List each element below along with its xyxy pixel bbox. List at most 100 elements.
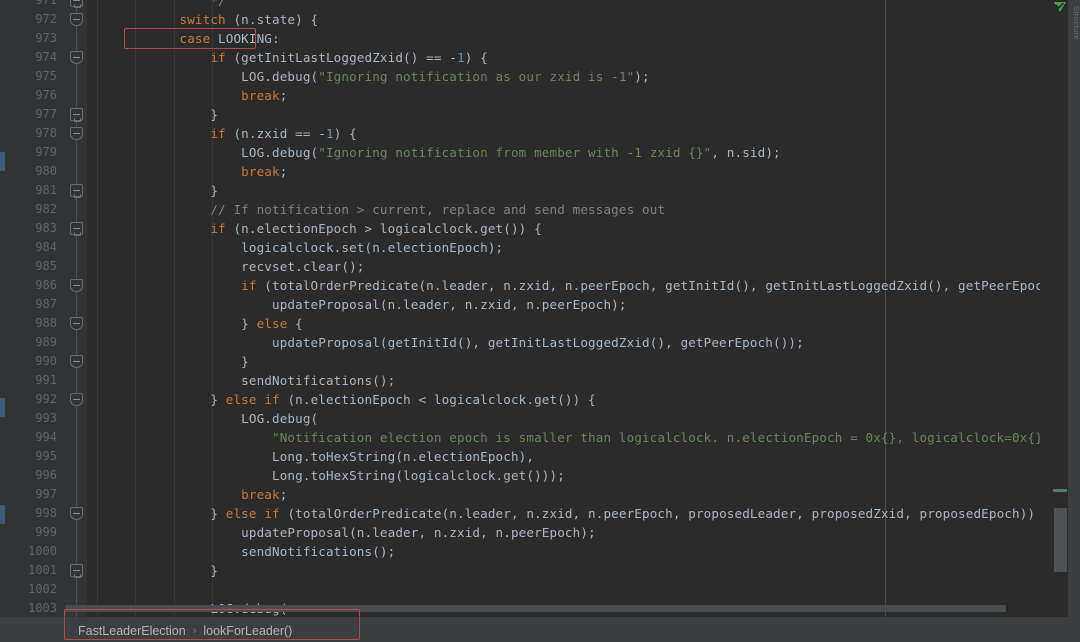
breadcrumb-method[interactable]: lookForLeader() [203, 624, 292, 638]
code-token-pn: LOG.debug( [87, 411, 318, 426]
code-line[interactable]: break; [87, 86, 287, 105]
code-line[interactable]: sendNotifications(); [87, 371, 395, 390]
code-token-pn [87, 12, 180, 27]
line-number: 989 [35, 333, 57, 352]
code-line[interactable]: } else { [87, 314, 303, 333]
code-token-pn: } [87, 506, 226, 521]
code-token-pn: } [87, 183, 218, 198]
code-token-pn: } [87, 107, 218, 122]
fold-toggle-icon[interactable] [70, 507, 83, 520]
line-number-gutter[interactable]: 9719729739749759769779789799809819829839… [5, 0, 65, 642]
chevron-right-icon: › [193, 625, 197, 637]
fold-toggle-icon[interactable] [70, 317, 83, 330]
horizontal-scrollbar-thumb[interactable] [65, 605, 1006, 612]
line-number: 1003 [28, 599, 57, 618]
code-line[interactable]: if (totalOrderPredicate(n.leader, n.zxid… [87, 276, 1040, 295]
code-line[interactable]: if (n.electionEpoch > logicalclock.get()… [87, 219, 542, 238]
code-token-pn: ) { [334, 126, 357, 141]
code-line[interactable]: switch (n.state) { [87, 10, 318, 29]
marker-stripe[interactable] [1053, 489, 1067, 492]
code-line[interactable]: updateProposal(getInitId(), getInitLastL… [87, 333, 804, 352]
right-margin-guide [885, 0, 886, 618]
code-line[interactable]: LOG.debug("Ignoring notification as our … [87, 67, 650, 86]
code-line[interactable]: case LOOKING: [87, 29, 280, 48]
fold-toggle-icon[interactable] [70, 393, 83, 406]
code-line[interactable]: } [87, 561, 218, 580]
fold-toggle-icon[interactable] [70, 108, 83, 121]
code-token-pn: recvset.clear(); [87, 259, 365, 274]
checkmark-ok-icon[interactable] [1052, 1, 1068, 15]
line-number: 991 [35, 371, 57, 390]
code-token-cmt: // If notification > current, replace an… [210, 202, 665, 217]
code-line[interactable]: } else if (totalOrderPredicate(n.leader,… [87, 504, 1040, 523]
fold-toggle-icon[interactable] [70, 184, 83, 197]
fold-toggle-icon[interactable] [70, 127, 83, 140]
fold-toggle-icon[interactable] [70, 222, 83, 235]
code-line[interactable]: updateProposal(n.leader, n.zxid, n.peerE… [87, 523, 596, 542]
code-token-pn: } [87, 316, 257, 331]
code-line[interactable]: } else if (n.electionEpoch < logicalcloc… [87, 390, 596, 409]
code-line[interactable]: "Notification election epoch is smaller … [87, 428, 1040, 447]
line-number: 980 [35, 162, 57, 181]
code-token-kw: if [264, 392, 279, 407]
code-line[interactable]: // If notification > current, replace an… [87, 200, 665, 219]
code-line[interactable]: LOG.debug( [87, 409, 318, 428]
code-token-pn [87, 126, 210, 141]
breadcrumb[interactable]: FastLeaderElection › lookForLeader() [78, 624, 292, 638]
line-number: 974 [35, 48, 57, 67]
code-line[interactable]: } [87, 105, 218, 124]
code-token-pn [87, 221, 210, 236]
code-token-pn [87, 50, 210, 65]
code-folding-gutter[interactable] [65, 0, 87, 642]
fold-region-line [76, 0, 77, 620]
code-line[interactable]: logicalclock.set(n.electionEpoch); [87, 238, 503, 257]
code-token-pn: Long.toHexString(logicalclock.get())); [87, 468, 565, 483]
code-token-pn: (getInitLastLoggedZxid() == - [226, 50, 457, 65]
fold-toggle-icon[interactable] [70, 279, 83, 292]
code-token-num: 1 [457, 50, 465, 65]
code-token-pn: ; [280, 487, 288, 502]
code-line[interactable]: LOG.debug("Ignoring notification from me… [87, 143, 781, 162]
line-number: 984 [35, 238, 57, 257]
breadcrumb-class[interactable]: FastLeaderElection [78, 624, 186, 638]
fold-toggle-icon[interactable] [70, 51, 83, 64]
horizontal-scrollbar-track[interactable] [65, 605, 1035, 612]
fold-toggle-icon[interactable] [70, 13, 83, 26]
code-token-pn: , n.sid); [711, 145, 780, 160]
code-token-pn [87, 278, 241, 293]
fold-toggle-icon[interactable] [70, 564, 83, 577]
code-line[interactable]: sendNotifications(); [87, 542, 395, 561]
code-token-pn: Long.toHexString(n.electionEpoch), [87, 449, 534, 464]
code-line[interactable]: Long.toHexString(logicalclock.get())); [87, 466, 565, 485]
code-token-pn: LOG.debug( [87, 145, 318, 160]
right-tool-strip[interactable]: Structure [1068, 0, 1080, 642]
fold-toggle-icon[interactable] [70, 355, 83, 368]
code-token-kw: if [210, 126, 225, 141]
code-token-pn: updateProposal(n.leader, n.zxid, n.peerE… [87, 525, 596, 540]
code-text-area[interactable]: */ switch (n.state) { case LOOKING: if (… [87, 0, 1040, 618]
code-line[interactable]: if (n.zxid == -1) { [87, 124, 357, 143]
code-token-pn: updateProposal(n.leader, n.zxid, n.peerE… [87, 297, 627, 312]
code-line[interactable]: Long.toHexString(n.electionEpoch), [87, 447, 534, 466]
code-token-pn: ) { [465, 50, 488, 65]
code-line[interactable]: */ [87, 0, 226, 10]
status-bar: FastLeaderElection › lookForLeader() [0, 617, 1080, 642]
code-line[interactable]: } [87, 181, 218, 200]
code-line[interactable]: updateProposal(n.leader, n.zxid, n.peerE… [87, 295, 627, 314]
right-tool-strip-label[interactable]: Structure [1069, 6, 1080, 40]
code-line[interactable]: if (getInitLastLoggedZxid() == -1) { [87, 48, 488, 67]
code-line[interactable]: break; [87, 485, 287, 504]
code-token-pn: } [87, 563, 218, 578]
code-token-kw: if [264, 506, 279, 521]
code-line[interactable]: break; [87, 162, 287, 181]
code-line[interactable]: recvset.clear(); [87, 257, 365, 276]
line-number: 1000 [28, 542, 57, 561]
vertical-scrollbar-thumb[interactable] [1054, 508, 1067, 572]
code-token-pn: sendNotifications(); [87, 544, 395, 559]
code-token-pn: } [87, 392, 226, 407]
fold-toggle-icon[interactable] [70, 0, 83, 7]
code-line[interactable]: } [87, 352, 249, 371]
code-token-pn: ); [634, 69, 649, 84]
ide-code-editor-window: 9719729739749759769779789799809819829839… [0, 0, 1080, 642]
code-token-kw: else [257, 316, 288, 331]
